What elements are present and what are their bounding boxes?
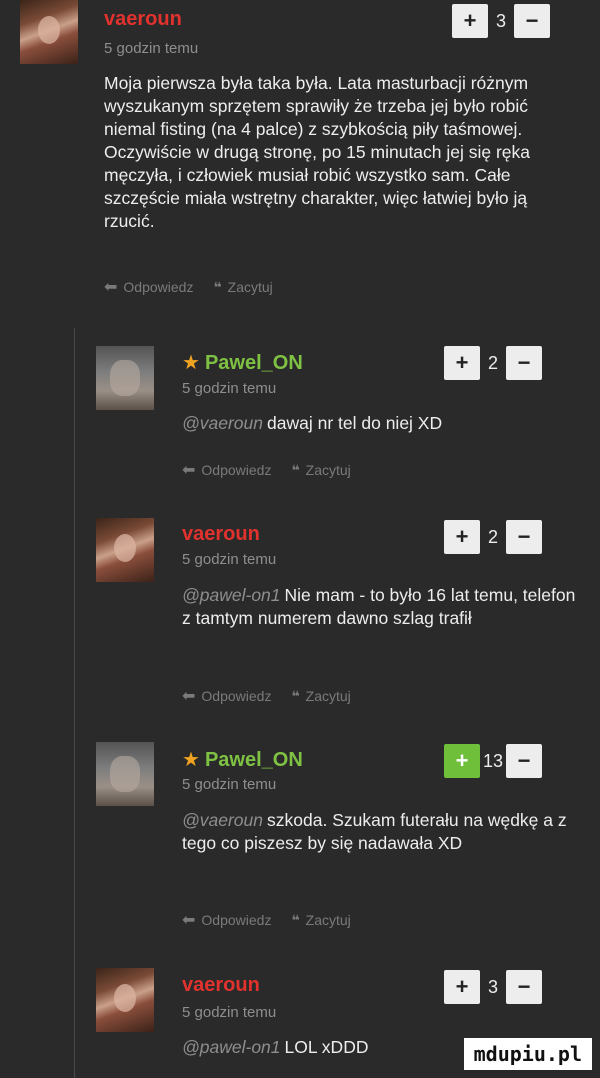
avatar[interactable] xyxy=(96,968,154,1032)
vote-box: + 2 − xyxy=(444,346,542,380)
timestamp: 5 godzin temu xyxy=(182,380,277,397)
username-text[interactable]: Pawel_ON xyxy=(205,352,303,374)
username[interactable]: ★ Pawel_ON xyxy=(182,350,303,375)
comment-text: @vaeroun dawaj nr tel do niej XD xyxy=(182,412,572,435)
upvote-button[interactable]: + xyxy=(444,970,480,1004)
username[interactable]: ★ Pawel_ON xyxy=(182,747,303,772)
reply-arrow-icon[interactable]: ⬅ xyxy=(182,912,195,929)
star-icon: ★ xyxy=(182,352,200,374)
comment-body: LOL xDDD xyxy=(284,1037,369,1057)
downvote-button[interactable]: − xyxy=(506,744,542,778)
quote-icon[interactable]: ❝ xyxy=(291,912,299,928)
reply-link[interactable]: Odpowiedz xyxy=(201,912,271,928)
timestamp: 5 godzin temu xyxy=(182,551,277,568)
comment-text: Moja pierwsza była taka była. Lata mastu… xyxy=(104,73,531,231)
comment-actions: ⬅ Odpowiedz ❝ Zacytuj xyxy=(182,686,351,706)
downvote-button[interactable]: − xyxy=(506,346,542,380)
comment-text: @vaeroun szkoda. Szukam futerału na wędkę… xyxy=(182,809,572,855)
vote-count: 2 xyxy=(487,526,498,547)
vote-box: + 2 − xyxy=(444,520,542,554)
mention[interactable]: @pawel-on1 xyxy=(182,585,281,605)
mention[interactable]: @pawel-on1 xyxy=(182,1037,281,1057)
reply-link[interactable]: Odpowiedz xyxy=(201,462,271,478)
upvote-button[interactable]: + xyxy=(452,4,488,38)
vote-box: + 3 − xyxy=(444,970,542,1004)
reply-arrow-icon[interactable]: ⬅ xyxy=(182,462,195,479)
star-icon: ★ xyxy=(182,749,200,771)
comment-actions: ⬅ Odpowiedz ❝ Zacytuj xyxy=(182,910,351,930)
quote-link[interactable]: Zacytuj xyxy=(306,462,351,478)
quote-link[interactable]: Zacytuj xyxy=(306,688,351,704)
quote-icon[interactable]: ❝ xyxy=(291,688,299,704)
upvote-button[interactable]: + xyxy=(444,744,480,778)
vote-count: 13 xyxy=(482,750,504,771)
upvote-button[interactable]: + xyxy=(444,520,480,554)
comment-actions: ⬅ Odpowiedz ❝ Zacytuj xyxy=(104,277,273,297)
reply-arrow-icon[interactable]: ⬅ xyxy=(182,688,195,705)
vote-box: + 13 − xyxy=(444,744,542,778)
vote-count: 3 xyxy=(495,10,506,31)
avatar[interactable] xyxy=(96,742,154,806)
avatar[interactable] xyxy=(20,0,78,64)
reply-arrow-icon[interactable]: ⬅ xyxy=(104,279,117,296)
avatar[interactable] xyxy=(96,346,154,410)
upvote-button[interactable]: + xyxy=(444,346,480,380)
timestamp: 5 godzin temu xyxy=(104,40,199,57)
avatar[interactable] xyxy=(96,518,154,582)
mention[interactable]: @vaeroun xyxy=(182,810,263,830)
vote-count: 3 xyxy=(487,976,498,997)
vote-box: + 3 − xyxy=(452,4,550,38)
reply-link[interactable]: Odpowiedz xyxy=(201,688,271,704)
comment-actions: ⬅ Odpowiedz ❝ Zacytuj xyxy=(182,460,351,480)
comment-body: dawaj nr tel do niej XD xyxy=(267,413,443,433)
downvote-button[interactable]: − xyxy=(514,4,550,38)
username[interactable]: vaeroun xyxy=(104,8,182,31)
timestamp: 5 godzin temu xyxy=(182,1004,277,1021)
downvote-button[interactable]: − xyxy=(506,520,542,554)
timestamp: 5 godzin temu xyxy=(182,776,277,793)
comment-text: @pawel-on1 Nie mam - to było 16 lat temu,… xyxy=(182,584,582,630)
quote-icon[interactable]: ❝ xyxy=(213,279,221,295)
quote-link[interactable]: Zacytuj xyxy=(306,912,351,928)
vote-count: 2 xyxy=(487,352,498,373)
username[interactable]: vaeroun xyxy=(182,974,260,997)
thread-line xyxy=(74,328,75,1078)
reply-link[interactable]: Odpowiedz xyxy=(123,279,193,295)
quote-link[interactable]: Zacytuj xyxy=(228,279,273,295)
site-watermark: mdupiu.pl xyxy=(463,1038,592,1070)
mention[interactable]: @vaeroun xyxy=(182,413,263,433)
quote-icon[interactable]: ❝ xyxy=(291,462,299,478)
username-text[interactable]: Pawel_ON xyxy=(205,749,303,771)
downvote-button[interactable]: − xyxy=(506,970,542,1004)
username[interactable]: vaeroun xyxy=(182,523,260,546)
